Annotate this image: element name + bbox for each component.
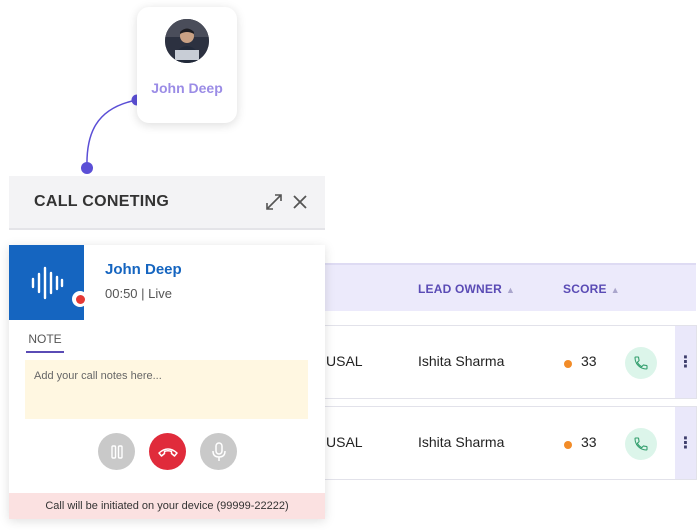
leads-table: LEAD OWNER ▲︎ SCORE ▲︎ USAL Ishita Sharma … (300, 263, 697, 493)
score-status-dot (564, 360, 572, 368)
call-duration: 00:50 (105, 286, 138, 301)
sort-icon[interactable]: ▲︎ (506, 285, 515, 295)
microphone-icon (211, 441, 226, 461)
more-options-button[interactable]: ⋮ (675, 326, 696, 398)
call-notes-input[interactable] (25, 360, 308, 419)
score-status-dot (564, 441, 572, 449)
end-call-icon (157, 447, 178, 457)
lead-owner-cell: Ishita Sharma (418, 434, 505, 450)
avatar (165, 19, 209, 63)
call-button[interactable] (625, 428, 657, 460)
call-status: 00:50 | Live (105, 286, 173, 301)
call-panel-header: CALL CONETING (9, 176, 325, 230)
call-device-notice: Call will be initiated on your device (9… (9, 493, 325, 519)
partial-cell: USAL (326, 353, 363, 369)
call-live-status: Live (148, 286, 173, 301)
call-button[interactable] (625, 347, 657, 379)
hang-up-button[interactable] (149, 433, 186, 470)
close-icon[interactable] (290, 192, 310, 212)
recording-icon (72, 291, 88, 307)
mute-button[interactable] (200, 433, 237, 470)
column-header-lead-owner[interactable]: LEAD OWNER ▲︎ (418, 282, 515, 296)
more-options-button[interactable]: ⋮ (675, 407, 696, 479)
score-cell: 33 (581, 434, 597, 450)
sort-icon[interactable]: ▲︎ (611, 285, 620, 295)
pause-icon (110, 444, 123, 459)
caller-name: John Deep (105, 261, 182, 278)
table-row[interactable]: USAL Ishita Sharma 33 ⋮ (300, 406, 697, 480)
tab-note[interactable]: NOTE (26, 332, 64, 353)
contact-name: John Deep (151, 80, 223, 96)
lead-owner-cell: Ishita Sharma (418, 353, 505, 369)
audio-wave-icon (9, 245, 84, 320)
table-header: LEAD OWNER ▲︎ SCORE ▲︎ (300, 263, 696, 311)
call-panel-title: CALL CONETING (34, 193, 170, 210)
phone-icon (634, 356, 648, 370)
phone-icon (634, 437, 648, 451)
expand-icon[interactable] (264, 192, 284, 212)
partial-cell: USAL (326, 434, 363, 450)
table-row[interactable]: USAL Ishita Sharma 33 ⋮ (300, 325, 697, 399)
contact-card[interactable]: John Deep (137, 7, 237, 123)
pause-button[interactable] (98, 433, 135, 470)
column-header-score[interactable]: SCORE ▲︎ (563, 282, 620, 296)
call-panel: John Deep 00:50 | Live NOTE Call will be… (9, 245, 325, 519)
score-cell: 33 (581, 353, 597, 369)
